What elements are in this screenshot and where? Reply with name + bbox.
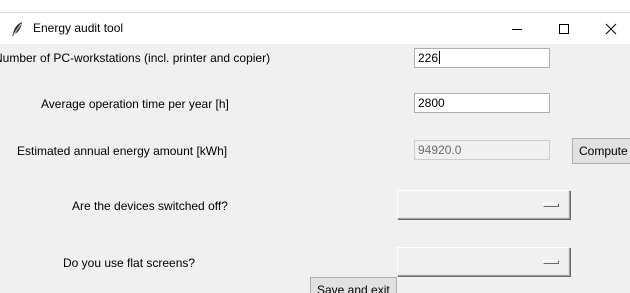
workstations-label: Number of PC-workstations (incl. printer… (0, 51, 271, 65)
app-window: Energy audit tool Number of PC-workstati… (0, 0, 630, 293)
title-bar[interactable]: Energy audit tool (0, 13, 630, 44)
compute-button[interactable]: Compute (572, 138, 630, 164)
energy-amount-value: 94920.0 (418, 143, 462, 157)
flat-screens-select[interactable] (397, 247, 570, 276)
flat-screens-label: Do you use flat screens? (63, 256, 196, 270)
window-title: Energy audit tool (33, 21, 124, 35)
energy-amount-label: Estimated annual energy amount [kWh] (17, 144, 228, 158)
close-button[interactable] (588, 13, 630, 44)
operation-time-label: Average operation time per year [h] (41, 97, 229, 111)
workstations-value: 226 (418, 51, 439, 65)
save-and-exit-button[interactable]: Save and exit (310, 277, 397, 293)
feather-icon (10, 21, 24, 37)
option-menu-indicator-icon (543, 260, 559, 264)
text-caret (439, 51, 441, 64)
maximize-button[interactable] (541, 13, 587, 44)
workstations-input[interactable]: 226 (414, 48, 550, 68)
energy-amount-output: 94920.0 (414, 140, 550, 160)
operation-time-value: 2800 (418, 96, 445, 110)
form-area: Number of PC-workstations (incl. printer… (0, 44, 630, 293)
option-menu-indicator-icon (543, 203, 559, 207)
operation-time-input[interactable]: 2800 (414, 93, 550, 113)
window-top-strip (0, 0, 630, 13)
switched-off-label: Are the devices switched off? (72, 199, 228, 213)
switched-off-select[interactable] (397, 190, 570, 219)
minimize-button[interactable] (494, 13, 540, 44)
